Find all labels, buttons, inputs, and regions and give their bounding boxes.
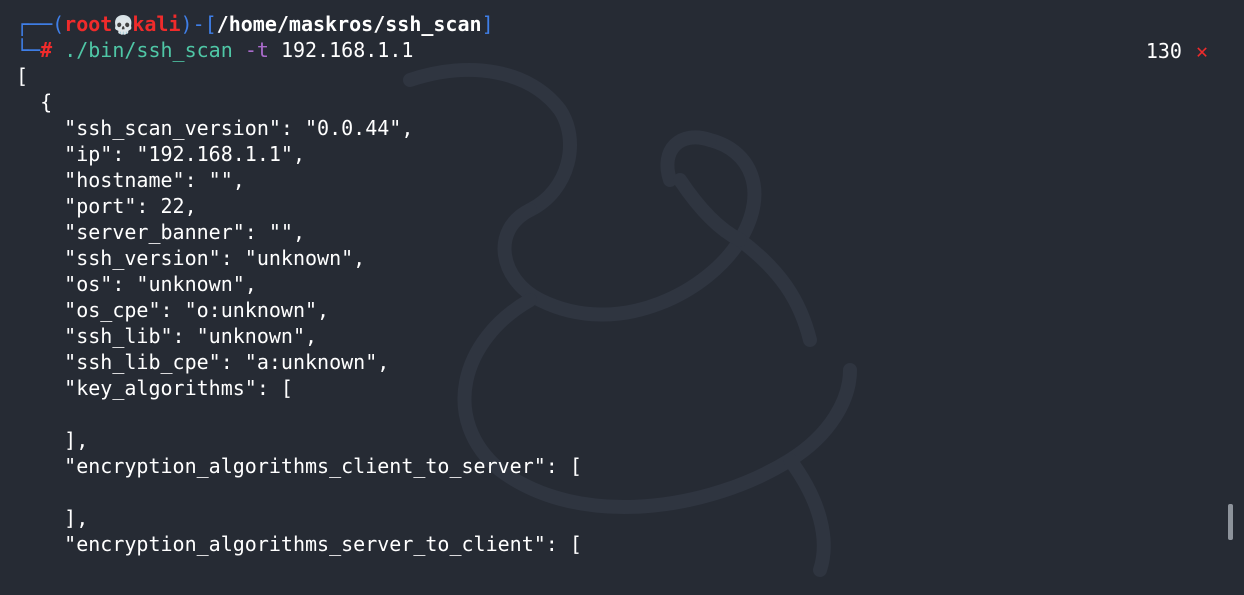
prompt-corner-bottom: └─ bbox=[16, 38, 41, 62]
prompt-close-paren: ) bbox=[180, 12, 193, 36]
output-line: "ssh_version": "unknown", bbox=[16, 246, 366, 270]
prompt-open-paren: ( bbox=[52, 12, 65, 36]
prompt-user: root bbox=[64, 12, 113, 36]
output-line: "encryption_algorithms_server_to_client"… bbox=[16, 532, 582, 556]
prompt-corner-top: ┌── bbox=[16, 12, 53, 36]
output-line: "hostname": "", bbox=[16, 168, 245, 192]
prompt-line-top: ┌──(root💀kali)-[/home/maskros/ssh_scan] bbox=[16, 11, 494, 37]
output-line: [ bbox=[16, 64, 29, 88]
command-text: ./bin/ssh_scan bbox=[64, 38, 233, 62]
kali-dragon-logo bbox=[403, 63, 857, 577]
output-line: ], bbox=[16, 506, 89, 530]
command-option: -t bbox=[244, 38, 269, 62]
skull-icon: 💀 bbox=[112, 15, 135, 36]
prompt-host: kali bbox=[132, 12, 181, 36]
output-line: "ssh_lib_cpe": "a:unknown", bbox=[16, 350, 390, 374]
failure-icon: ✕ bbox=[1195, 39, 1208, 63]
prompt-path: /home/maskros/ssh_scan bbox=[216, 12, 482, 36]
output-line: "key_algorithms": [ bbox=[16, 376, 293, 400]
prompt-close-bracket: ] bbox=[481, 12, 494, 36]
output-line: ], bbox=[16, 428, 89, 452]
output-line: "os_cpe": "o:unknown", bbox=[16, 298, 330, 322]
command-argument: 192.168.1.1 bbox=[280, 38, 414, 62]
output-line: "os": "unknown", bbox=[16, 272, 257, 296]
scrollbar-thumb[interactable] bbox=[1228, 504, 1233, 540]
output-line: "encryption_algorithms_client_to_server"… bbox=[16, 454, 582, 478]
output-line: "ssh_lib": "unknown", bbox=[16, 324, 318, 348]
terminal-window[interactable]: ┌──(root💀kali)-[/home/maskros/ssh_scan] … bbox=[0, 0, 1244, 595]
prompt-dash: - bbox=[192, 12, 205, 36]
output-line: "ssh_scan_version": "0.0.44", bbox=[16, 116, 414, 140]
output-line: { bbox=[16, 90, 53, 114]
output-line: "server_banner": "", bbox=[16, 220, 305, 244]
output-line: "port": 22, bbox=[16, 194, 197, 218]
prompt-line-command[interactable]: └─# ./bin/ssh_scan -t 192.168.1.1 bbox=[16, 37, 413, 63]
prompt-open-bracket: [ bbox=[204, 12, 217, 36]
exit-status: 130 ✕ bbox=[1146, 38, 1208, 64]
output-line: "ip": "192.168.1.1", bbox=[16, 142, 305, 166]
prompt-hash: # bbox=[40, 38, 53, 62]
exit-code: 130 bbox=[1145, 39, 1182, 63]
